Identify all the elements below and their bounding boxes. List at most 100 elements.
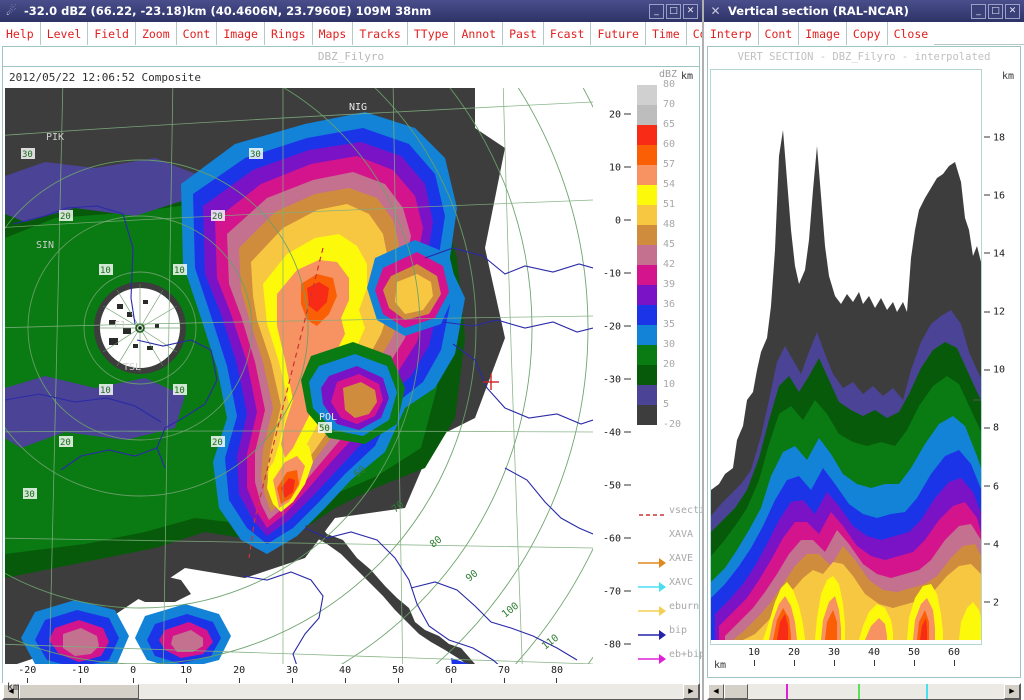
vsection-plot-canvas[interactable] <box>710 69 982 645</box>
vsection-horizontal-scrollbar[interactable]: ◀ ▶ <box>707 683 1021 700</box>
vsection-y-axis: 18 16 14 12 10 8 6 4 2 <box>982 69 1020 645</box>
field-header: DBZ_Filyro <box>3 47 699 67</box>
y-axis-tick: -10 <box>603 268 631 279</box>
vsection-menu-item-copy[interactable]: Copy <box>846 22 888 45</box>
y-axis-tick: -70 <box>603 586 631 597</box>
svg-text:POL: POL <box>319 412 337 423</box>
main-menubar: Help Level Field Zoom Cont Image Rings Maps Trac… <box>0 22 768 45</box>
main-horizontal-scrollbar[interactable]: ◀ ▶ <box>2 683 700 700</box>
vsection-header: VERT SECTION - DBZ_Filyro - interpolated <box>708 47 1020 67</box>
radar-ppi-canvas[interactable]: PIK SIN F1 TSL NIG POL 10 10 10 10 20 20… <box>5 88 593 664</box>
legend-label: bip <box>669 625 688 636</box>
svg-text:PIK: PIK <box>46 132 64 143</box>
colorbar-label: 42 <box>663 259 676 270</box>
menu-item-ttype[interactable]: TType <box>407 22 456 45</box>
main-window-controls: _ □ ✕ <box>649 3 699 19</box>
menu-item-level[interactable]: Level <box>40 22 89 45</box>
menu-item-annot[interactable]: Annot <box>455 22 504 45</box>
colorbar-swatch <box>637 245 657 265</box>
colorbar-swatch <box>637 205 657 225</box>
colorbar-label: 54 <box>663 179 676 190</box>
arrow-icon <box>637 578 667 592</box>
colorbar-entry: 10 <box>637 379 703 405</box>
colorbar-swatch <box>637 125 657 145</box>
close-icon[interactable]: ✕ <box>1005 3 1020 19</box>
vsection-x-axis-tick: 60 <box>948 647 960 666</box>
vsection-scroll-thumb[interactable] <box>724 684 748 699</box>
vsection-x-axis-tick: 30 <box>828 647 840 666</box>
overlay-legend: vsection XAVA XAVE XAVC eburn bip eb+bip <box>637 502 717 670</box>
timestamp-label: 2012/05/22 12:06:52 Composite <box>9 71 202 84</box>
colorbar-swatch <box>637 385 657 405</box>
vsection-menu-item-close[interactable]: Close <box>887 22 935 45</box>
vsection-y-axis-tick: 10 <box>984 365 1005 376</box>
vsection-menu-item-image[interactable]: Image <box>799 22 847 45</box>
menu-item-help[interactable]: Help <box>0 22 41 45</box>
legend-label: XAVA <box>669 529 694 540</box>
vsection-scroll-track[interactable] <box>724 684 1004 699</box>
menu-item-cont[interactable]: Cont <box>176 22 218 45</box>
vsection-x-axis-tick: 10 <box>748 647 760 666</box>
svg-text:20: 20 <box>212 438 223 448</box>
main-scroll-track[interactable] <box>19 684 683 699</box>
legend-entry: XAVC <box>637 574 707 598</box>
vsection-x-axis-tick: 50 <box>908 647 920 666</box>
menu-item-fcast[interactable]: Fcast <box>543 22 592 45</box>
y-axis-tick: 0 <box>615 215 631 226</box>
scroll-right-button[interactable]: ▶ <box>683 684 699 699</box>
x-axis-tick: 60 <box>445 665 457 685</box>
menu-item-zoom[interactable]: Zoom <box>135 22 177 45</box>
y-axis-tick: -20 <box>603 321 631 332</box>
menu-item-image[interactable]: Image <box>217 22 265 45</box>
menu-item-field[interactable]: Field <box>88 22 136 45</box>
colorbar-label: 80 <box>663 79 676 90</box>
vsection-panel-frame: VERT SECTION - DBZ_Filyro - interpolated… <box>707 46 1021 678</box>
main-scroll-thumb[interactable] <box>19 684 139 699</box>
svg-text:10: 10 <box>100 266 111 276</box>
close-icon[interactable]: ✕ <box>683 3 698 19</box>
legend-label: eburn <box>669 601 700 612</box>
scroll-right-button[interactable]: ▶ <box>1004 684 1020 699</box>
maximize-icon[interactable]: □ <box>666 3 681 19</box>
main-titlebar: ☄ -32.0 dBZ (66.22, -23.18)km (40.4606N,… <box>0 0 702 22</box>
colorbar-swatch <box>637 145 657 165</box>
vsection-menu-item-interp[interactable]: Interp <box>704 22 759 45</box>
y-axis-tick: -30 <box>603 374 631 385</box>
colorbar-swatch <box>637 405 657 425</box>
menu-item-rings[interactable]: Rings <box>264 22 313 45</box>
menu-item-time[interactable]: Time <box>645 22 687 45</box>
colorbar-swatch <box>637 165 657 185</box>
radar-plot-area[interactable]: 2012/05/22 12:06:52 Composite km km PIK … <box>3 68 699 697</box>
arrow-icon <box>637 626 667 640</box>
legend-entry: eb+bip <box>637 646 707 670</box>
menu-item-past[interactable]: Past <box>503 22 544 45</box>
main-radar-window: ☄ -32.0 dBZ (66.22, -23.18)km (40.4606N,… <box>0 0 768 700</box>
menu-item-future[interactable]: Future <box>591 22 646 45</box>
vsection-y-axis-tick: 18 <box>984 132 1005 143</box>
scrollbar-marker <box>925 684 928 699</box>
maximize-icon[interactable]: □ <box>988 3 1003 19</box>
vsection-x-axis-tick: 40 <box>868 647 880 666</box>
minimize-icon[interactable]: _ <box>649 3 664 19</box>
x-axis-tick: 20 <box>233 665 245 685</box>
menu-item-tracks[interactable]: Tracks <box>353 22 408 45</box>
vsection-menubar: Interp Cont Image Copy Close <box>704 22 1024 45</box>
svg-text:10: 10 <box>174 386 185 396</box>
arrow-icon <box>637 650 667 664</box>
minimize-icon[interactable]: _ <box>971 3 986 19</box>
svg-text:50: 50 <box>319 424 330 434</box>
svg-text:SIN: SIN <box>36 240 54 251</box>
menu-item-maps[interactable]: Maps <box>312 22 354 45</box>
vsection-menu-item-cont[interactable]: Cont <box>758 22 800 45</box>
svg-text:10: 10 <box>174 266 185 276</box>
colorbar-label: 57 <box>663 159 676 170</box>
vsection-app-icon: ✕ <box>710 3 721 18</box>
x-axis-tick: 40 <box>339 665 351 685</box>
radar-reflectivity-plot: PIK SIN F1 TSL NIG POL 10 10 10 10 20 20… <box>5 88 593 664</box>
colorbar-label: 60 <box>663 139 676 150</box>
colorbar-swatch <box>637 345 657 365</box>
svg-text:10: 10 <box>100 386 111 396</box>
colorbar-label: 10 <box>663 379 676 390</box>
y-axis-tick: -50 <box>603 480 631 491</box>
scroll-left-button[interactable]: ◀ <box>708 684 724 699</box>
